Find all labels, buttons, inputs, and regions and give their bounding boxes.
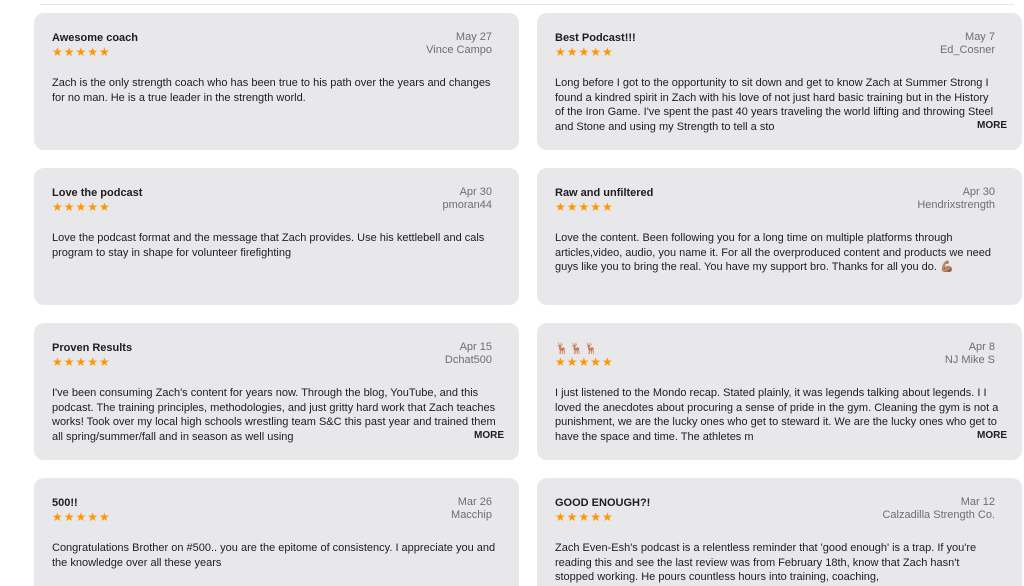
review-title: 🦌🦌🦌 xyxy=(555,343,600,355)
more-link[interactable]: MORE xyxy=(959,119,1007,133)
review-author: pmoran44 xyxy=(442,199,492,211)
review-author: Hendrixstrength xyxy=(917,199,995,211)
review-title: Love the podcast xyxy=(52,187,143,199)
review-card[interactable]: Awesome coach ★★★★★ May 27 Vince Campo Z… xyxy=(34,13,519,150)
review-card[interactable]: Best Podcast!!! ★★★★★ May 7 Ed_Cosner Lo… xyxy=(537,13,1022,150)
review-body: I just listened to the Mondo recap. Stat… xyxy=(555,387,999,443)
star-rating: ★★★★★ xyxy=(52,45,111,59)
review-card[interactable]: 🦌🦌🦌 ★★★★★ Apr 8 NJ Mike S I just listene… xyxy=(537,323,1022,460)
review-title: Raw and unfiltered xyxy=(555,187,654,199)
review-date: Mar 26 xyxy=(457,496,492,508)
more-link[interactable]: MORE xyxy=(456,429,504,443)
review-title: 500!! xyxy=(52,497,78,509)
review-date: Apr 30 xyxy=(962,186,995,198)
review-date: Apr 15 xyxy=(459,341,492,353)
star-rating: ★★★★★ xyxy=(555,200,614,214)
review-body: Long before I got to the opportunity to … xyxy=(555,77,994,133)
review-card[interactable]: GOOD ENOUGH?! ★★★★★ Mar 12 Calzadilla St… xyxy=(537,478,1022,586)
review-author: Ed_Cosner xyxy=(939,44,995,56)
top-divider xyxy=(40,4,1014,5)
review-author: NJ Mike S xyxy=(944,354,995,366)
review-body: Congratulations Brother on #500.. you ar… xyxy=(52,542,496,569)
review-title: Proven Results xyxy=(52,342,133,354)
review-date: May 7 xyxy=(965,31,995,43)
review-body: I've been consuming Zach's content for y… xyxy=(52,387,496,443)
review-card[interactable]: 500!! ★★★★★ Mar 26 Macchip Congratulatio… xyxy=(34,478,519,586)
review-title: Best Podcast!!! xyxy=(555,32,636,44)
review-body: Zach Even-Esh's podcast is a relentless … xyxy=(555,542,977,584)
review-author: Calzadilla Strength Co. xyxy=(882,509,995,521)
review-card[interactable]: Raw and unfiltered ★★★★★ Apr 30 Hendrixs… xyxy=(537,168,1022,305)
review-author: Vince Campo xyxy=(426,44,492,56)
review-card[interactable]: Proven Results ★★★★★ Apr 15 Dchat500 I'v… xyxy=(34,323,519,460)
review-date: Apr 30 xyxy=(459,186,492,198)
review-card[interactable]: Love the podcast ★★★★★ Apr 30 pmoran44 L… xyxy=(34,168,519,305)
star-rating: ★★★★★ xyxy=(52,355,111,369)
review-date: May 27 xyxy=(455,31,492,43)
star-rating: ★★★★★ xyxy=(555,355,614,369)
review-body: Love the podcast format and the message … xyxy=(52,232,485,259)
review-date: Apr 8 xyxy=(968,341,995,353)
star-rating: ★★★★★ xyxy=(555,45,614,59)
review-title: GOOD ENOUGH?! xyxy=(555,497,651,509)
review-date: Mar 12 xyxy=(960,496,995,508)
review-author: Dchat500 xyxy=(444,354,492,366)
review-body: Love the content. Been following you for… xyxy=(555,232,991,274)
star-rating: ★★★★★ xyxy=(52,200,111,214)
star-rating: ★★★★★ xyxy=(555,510,614,524)
review-author: Macchip xyxy=(451,509,492,521)
review-title: Awesome coach xyxy=(52,32,139,44)
star-rating: ★★★★★ xyxy=(52,510,111,524)
more-link[interactable]: MORE xyxy=(959,429,1007,443)
review-body: Zach is the only strength coach who has … xyxy=(52,77,491,104)
